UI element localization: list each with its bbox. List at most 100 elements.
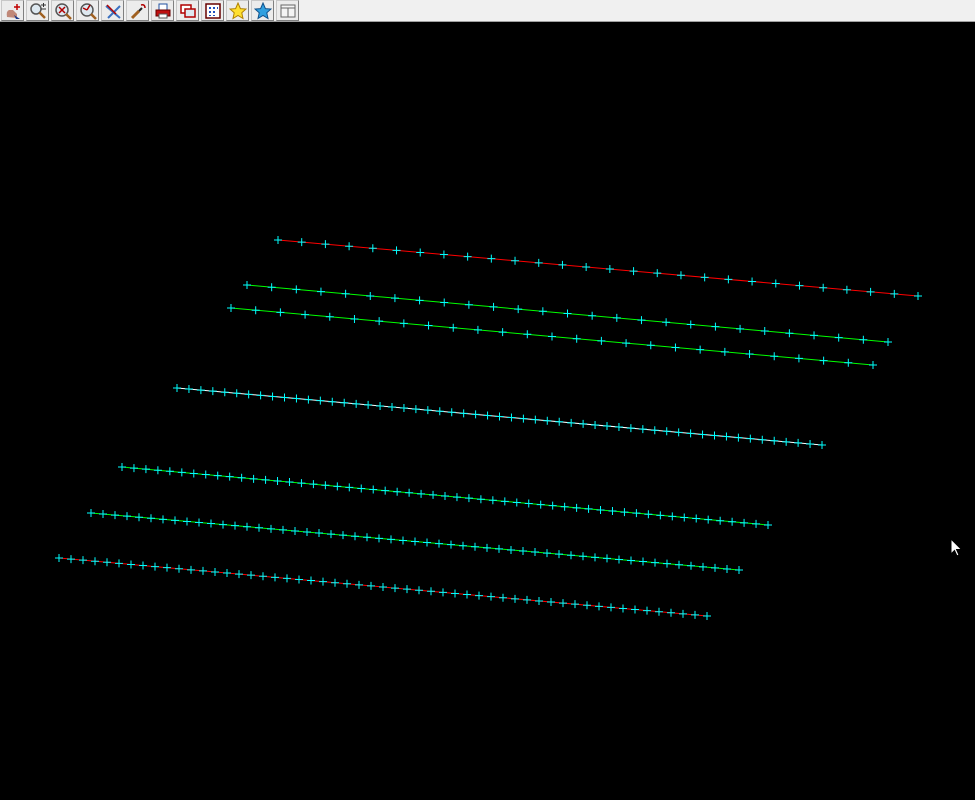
point-marker[interactable] — [819, 283, 828, 292]
point-marker[interactable] — [653, 269, 662, 278]
point-marker[interactable] — [415, 296, 424, 305]
point-marker[interactable] — [339, 531, 347, 540]
point-marker[interactable] — [256, 391, 265, 400]
point-marker[interactable] — [163, 563, 171, 572]
point-marker[interactable] — [806, 439, 815, 448]
point-marker[interactable] — [399, 536, 407, 545]
point-marker[interactable] — [411, 537, 419, 546]
point-marker[interactable] — [548, 332, 556, 341]
point-marker[interactable] — [213, 471, 222, 480]
point-marker[interactable] — [297, 238, 306, 247]
point-marker[interactable] — [748, 277, 757, 286]
point-marker[interactable] — [267, 283, 276, 292]
point-marker[interactable] — [538, 307, 547, 316]
point-marker[interactable] — [171, 516, 179, 525]
point-marker[interactable] — [543, 416, 552, 425]
point-marker[interactable] — [819, 356, 828, 365]
point-marker[interactable] — [495, 412, 504, 421]
point-marker[interactable] — [686, 429, 695, 438]
point-marker[interactable] — [211, 567, 219, 576]
point-marker[interactable] — [283, 574, 291, 583]
point-marker[interactable] — [388, 403, 396, 411]
point-marker[interactable] — [579, 419, 588, 428]
point-marker[interactable] — [818, 441, 826, 449]
point-marker[interactable] — [184, 385, 193, 394]
point-marker[interactable] — [567, 551, 575, 560]
point-marker[interactable] — [327, 530, 335, 539]
point-marker[interactable] — [547, 598, 555, 607]
point-marker[interactable] — [315, 529, 323, 538]
point-marker[interactable] — [711, 322, 720, 331]
point-marker[interactable] — [671, 343, 680, 352]
point-marker[interactable] — [582, 262, 591, 271]
point-marker[interactable] — [605, 265, 614, 274]
point-marker[interactable] — [531, 548, 539, 557]
point-marker[interactable] — [914, 292, 922, 300]
point-marker[interactable] — [297, 479, 306, 488]
point-marker[interactable] — [292, 285, 301, 294]
point-marker[interactable] — [463, 252, 472, 261]
favorite-blue-button[interactable] — [251, 0, 274, 21]
point-marker[interactable] — [866, 287, 875, 296]
point-marker[interactable] — [177, 468, 186, 477]
point-marker[interactable] — [720, 347, 729, 356]
point-marker[interactable] — [159, 515, 167, 524]
point-marker[interactable] — [227, 304, 235, 312]
point-marker[interactable] — [292, 394, 301, 403]
point-marker[interactable] — [279, 525, 287, 534]
point-marker[interactable] — [115, 559, 123, 568]
point-marker[interactable] — [523, 595, 531, 604]
point-marker[interactable] — [734, 433, 743, 442]
point-marker[interactable] — [698, 430, 707, 439]
point-marker[interactable] — [655, 607, 663, 616]
point-marker[interactable] — [243, 281, 251, 289]
survey-line-2[interactable] — [243, 281, 892, 346]
point-marker[interactable] — [884, 338, 892, 346]
point-marker[interactable] — [232, 389, 241, 398]
point-marker[interactable] — [595, 602, 603, 611]
point-marker[interactable] — [439, 588, 447, 597]
point-marker[interactable] — [523, 330, 532, 339]
point-marker[interactable] — [711, 563, 719, 572]
point-marker[interactable] — [591, 553, 599, 562]
point-marker[interactable] — [325, 312, 334, 321]
point-marker[interactable] — [379, 583, 387, 591]
point-marker[interactable] — [55, 554, 63, 562]
point-marker[interactable] — [696, 345, 705, 354]
point-marker[interactable] — [183, 517, 191, 526]
point-marker[interactable] — [411, 405, 420, 414]
point-marker[interactable] — [622, 339, 631, 348]
point-marker[interactable] — [770, 436, 779, 445]
point-marker[interactable] — [417, 489, 426, 498]
point-marker[interactable] — [703, 612, 711, 620]
point-marker[interactable] — [476, 495, 485, 504]
point-marker[interactable] — [225, 472, 234, 481]
point-marker[interactable] — [631, 605, 639, 614]
point-marker[interactable] — [316, 396, 325, 405]
point-marker[interactable] — [345, 242, 354, 251]
point-marker[interactable] — [459, 541, 467, 550]
point-marker[interactable] — [627, 556, 635, 565]
point-marker[interactable] — [607, 603, 615, 612]
point-marker[interactable] — [511, 256, 520, 265]
point-marker[interactable] — [842, 285, 851, 294]
point-marker[interactable] — [495, 544, 503, 553]
point-marker[interactable] — [123, 512, 131, 521]
point-marker[interactable] — [810, 331, 819, 340]
zoom-extents-button[interactable] — [51, 0, 74, 21]
zoom-previous-button[interactable] — [76, 0, 99, 21]
point-marker[interactable] — [387, 535, 395, 544]
point-marker[interactable] — [626, 424, 635, 433]
point-marker[interactable] — [392, 246, 401, 255]
point-marker[interactable] — [752, 519, 761, 528]
point-marker[interactable] — [686, 320, 695, 329]
point-marker[interactable] — [153, 466, 162, 475]
point-marker[interactable] — [463, 590, 471, 599]
point-marker[interactable] — [447, 540, 455, 549]
point-marker[interactable] — [341, 289, 350, 298]
point-marker[interactable] — [196, 386, 205, 395]
point-marker[interactable] — [500, 497, 509, 506]
point-marker[interactable] — [399, 404, 408, 413]
point-marker[interactable] — [441, 492, 449, 500]
point-marker[interactable] — [439, 250, 448, 259]
